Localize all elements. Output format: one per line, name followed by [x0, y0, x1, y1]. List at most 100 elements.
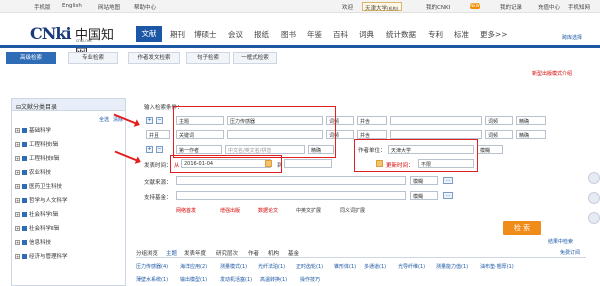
tab-group-browse[interactable]: 分组浏览 [136, 249, 158, 257]
checkbox-checked[interactable] [22, 240, 27, 245]
checkbox-online-first[interactable]: 网络首发 [176, 207, 196, 214]
checkbox-enhanced[interactable]: 增强出版 [220, 207, 240, 214]
expand-icon[interactable]: + [15, 226, 20, 231]
checkbox-synonym-expand[interactable]: 同义词扩展 [340, 207, 365, 214]
topic-link[interactable]: 海洋应用(2) [180, 263, 207, 270]
org-selector[interactable]: 天津大学(机构) [362, 2, 402, 12]
nav-item-journal[interactable]: 期刊 [170, 29, 185, 40]
expand-icon[interactable]: + [15, 170, 20, 175]
search-in-results-link[interactable]: 结果中检索 [548, 238, 573, 245]
match-select[interactable]: 精确 [516, 116, 546, 125]
tab-author[interactable]: 作者发文检索 [128, 52, 180, 64]
logic-select[interactable]: 并含 [357, 116, 387, 125]
tab-sentence[interactable]: 句子检索 [186, 52, 230, 64]
second-keyword-input[interactable] [390, 116, 482, 125]
my-cnki-link[interactable]: 我的CNKI [426, 3, 450, 11]
sidebar-item[interactable]: + 哲学与人文科学 [15, 196, 68, 205]
nav-item-more[interactable]: 更多>> [480, 29, 508, 40]
sidebar-item[interactable]: + 基础科学 [15, 126, 51, 135]
share-icon[interactable] [588, 212, 600, 224]
feedback-icon[interactable] [588, 192, 600, 204]
fund-input[interactable] [176, 191, 406, 200]
help-link[interactable]: 帮助中心 [134, 3, 156, 11]
nav-item-thesis[interactable]: 博硕士 [194, 29, 217, 40]
tab-simple[interactable]: 一框式检索 [233, 52, 277, 64]
chat-icon[interactable] [588, 172, 600, 184]
topic-link[interactable]: 光纤法珀(1) [258, 263, 285, 270]
checkbox-cn-en-expand[interactable]: 中英文扩展 [296, 207, 321, 214]
remove-row-icon[interactable]: − [156, 146, 163, 153]
tab-institution[interactable]: 机构 [268, 249, 279, 257]
sidebar-item[interactable]: + 工程科技Ⅰ辑 [15, 140, 58, 149]
english-link[interactable]: English [62, 3, 82, 9]
tab-research-level[interactable]: 研究层次 [216, 249, 238, 257]
freq2-select[interactable]: 词频 [485, 130, 513, 139]
checkbox-checked[interactable] [22, 170, 27, 175]
topic-link[interactable]: 发动机活塞(1) [220, 276, 252, 283]
publishing-mode-link[interactable]: 新型出版模式介绍 [532, 70, 572, 77]
expand-icon[interactable]: + [15, 212, 20, 217]
fund-match-select[interactable]: 模糊 [410, 191, 438, 200]
my-records-link[interactable]: 我的记录 [500, 3, 522, 11]
remove-row-icon[interactable]: − [156, 117, 163, 124]
sidebar-item[interactable]: + 经济与管理科学 [15, 252, 68, 261]
expand-icon[interactable]: + [15, 198, 20, 203]
topic-link[interactable]: 高温转换(1) [260, 276, 287, 283]
expand-icon[interactable]: + [15, 128, 20, 133]
expand-icon[interactable]: + [15, 240, 20, 245]
topic-link[interactable]: 多通道(1) [364, 263, 386, 270]
sidebar-item[interactable]: + 工程科技Ⅱ辑 [15, 154, 59, 163]
checkbox-checked[interactable] [22, 184, 27, 189]
nav-item-statistics[interactable]: 统计数据 [386, 29, 416, 40]
checkbox-data-paper[interactable]: 数据论文 [258, 207, 278, 214]
checkbox-checked[interactable] [22, 226, 27, 231]
nav-item-encyclopedia[interactable]: 百科 [333, 29, 348, 40]
nav-item-literature[interactable]: 文献 [136, 26, 162, 42]
more-icon[interactable]: … [443, 192, 453, 199]
topic-link[interactable]: 油布垫·翘厚(1) [480, 263, 514, 270]
source-match-select[interactable]: 模糊 [410, 176, 438, 185]
checkbox-checked[interactable] [22, 156, 27, 161]
logic-select[interactable]: 并含 [357, 130, 387, 139]
nav-item-book[interactable]: 图书 [281, 29, 296, 40]
sidebar-item[interactable]: + 社会科学Ⅰ辑 [15, 210, 58, 219]
expand-icon[interactable]: + [15, 156, 20, 161]
topic-link[interactable]: 操作技巧 [300, 276, 320, 283]
tab-professional[interactable]: 专业检索 [68, 52, 118, 64]
mobile-link[interactable]: 手机版 [34, 3, 51, 11]
nav-item-patent[interactable]: 专利 [428, 29, 443, 40]
mobile-cnki-link[interactable]: 手机知网 [568, 3, 590, 11]
match-select[interactable]: 精确 [516, 130, 546, 139]
select-all-link[interactable]: 全选 [99, 116, 109, 123]
nav-item-dictionary[interactable]: 词典 [359, 29, 374, 40]
more-icon[interactable]: … [443, 177, 453, 184]
tab-author[interactable]: 作者 [248, 249, 259, 257]
nav-item-newspaper[interactable]: 报纸 [254, 29, 269, 40]
topic-link[interactable]: 压力传感器(4) [136, 263, 168, 270]
sitemap-link[interactable]: 网站地图 [98, 3, 120, 11]
sidebar-item[interactable]: + 医药卫生科技 [15, 182, 62, 191]
unit-match-select[interactable]: 模糊 [477, 145, 503, 154]
expand-icon[interactable]: + [15, 142, 20, 147]
topic-link[interactable]: 锥形体(1) [334, 263, 356, 270]
tab-fund[interactable]: 基金 [288, 249, 299, 257]
nav-item-conference[interactable]: 会议 [228, 29, 243, 40]
checkbox-checked[interactable] [22, 142, 27, 147]
tab-pub-year[interactable]: 发表年度 [184, 249, 206, 257]
topic-link[interactable]: 正时齿轮(1) [296, 263, 323, 270]
topic-link[interactable]: 薄壁水系统(1) [136, 276, 168, 283]
topic-link[interactable]: 输出模型(1) [180, 276, 207, 283]
tab-advanced[interactable]: 高级检索 [6, 52, 56, 64]
sidebar-item[interactable]: + 社会科学Ⅱ辑 [15, 224, 59, 233]
second-keyword-input[interactable] [390, 130, 482, 139]
checkbox-checked[interactable] [22, 254, 27, 259]
nav-item-standard[interactable]: 标准 [454, 29, 469, 40]
logic-row-select[interactable]: 并且 [146, 130, 170, 139]
free-subscribe-link[interactable]: 免费订阅 [560, 249, 580, 256]
sidebar-item[interactable]: + 农业科技 [15, 168, 51, 177]
recharge-link[interactable]: 充值中心 [538, 3, 560, 11]
topic-link[interactable]: 测量能力值(1) [436, 263, 468, 270]
expand-icon[interactable]: + [15, 184, 20, 189]
cnki-logo[interactable]: CNki 中国知网 cnki.net [30, 24, 120, 62]
checkbox-checked[interactable] [22, 198, 27, 203]
